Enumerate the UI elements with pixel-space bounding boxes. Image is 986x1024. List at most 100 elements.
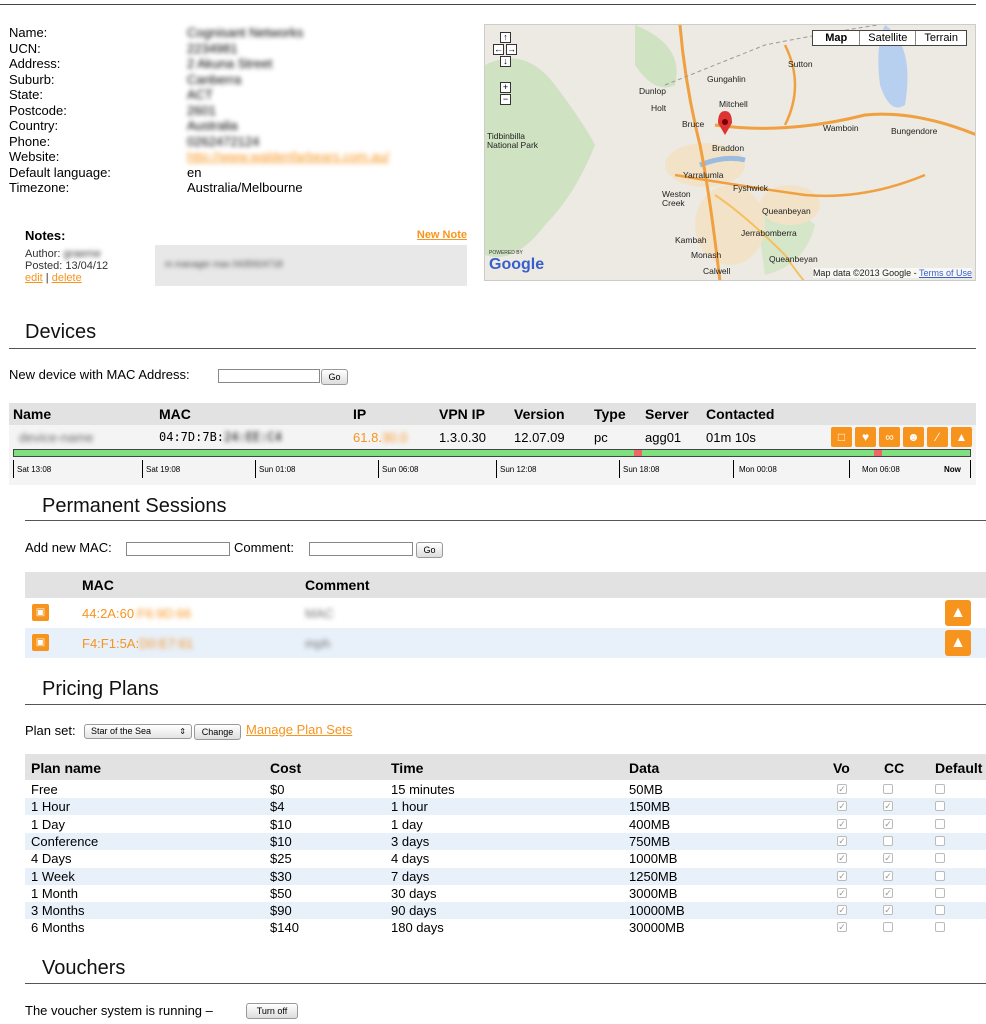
- col-contacted: Contacted: [706, 406, 775, 422]
- link-separator: |: [42, 272, 52, 284]
- edit-link[interactable]: edit: [25, 272, 43, 284]
- device-type: pc: [594, 430, 608, 445]
- info-label: Phone:: [9, 133, 51, 149]
- new-device-go-button[interactable]: Go: [321, 369, 348, 385]
- comment-input[interactable]: [309, 542, 413, 556]
- users-icon[interactable]: ☻: [903, 427, 924, 447]
- place-label: Bruce: [682, 119, 705, 129]
- bank-icon[interactable]: ▲: [945, 600, 971, 626]
- plan-data: 750MB: [629, 833, 671, 849]
- website-link[interactable]: http://www.waldenfarbears.com.au/: [187, 149, 389, 165]
- timeline-tick: Sun 06:08: [378, 460, 418, 478]
- session-mac[interactable]: 44:2A:60:F6:9D:66: [82, 606, 191, 621]
- plan-cc-checkbox[interactable]: ✓: [883, 853, 893, 864]
- plan-def-checkbox[interactable]: [935, 853, 945, 864]
- map-type-satellite[interactable]: Satellite: [859, 31, 915, 45]
- plan-vo-checkbox[interactable]: ✓: [837, 818, 847, 829]
- plan-def-checkbox[interactable]: [935, 870, 945, 881]
- plan-vo-checkbox[interactable]: ✓: [837, 853, 847, 864]
- turn-off-button[interactable]: Turn off: [246, 1003, 298, 1019]
- link-icon[interactable]: ∞: [879, 427, 900, 447]
- plan-set-select[interactable]: Star of the Sea ⇕: [84, 724, 192, 739]
- edit-square-icon[interactable]: ▣: [32, 634, 49, 651]
- plan-data: 150MB: [629, 799, 671, 815]
- plan-time: 4 days: [391, 851, 430, 867]
- pan-down-icon[interactable]: ↓: [500, 56, 511, 67]
- chat-icon[interactable]: □: [831, 427, 852, 447]
- change-plan-set-button[interactable]: Change: [194, 724, 241, 740]
- author-label: Author:: [25, 248, 61, 260]
- plan-cc-checkbox[interactable]: ✓: [883, 818, 893, 829]
- info-label: Country:: [9, 118, 59, 133]
- plan-name: 1 Month: [31, 885, 78, 901]
- plan-vo-checkbox[interactable]: ✓: [837, 801, 847, 812]
- pan-left-icon[interactable]: ←: [493, 44, 504, 55]
- plan-vo-checkbox[interactable]: ✓: [837, 870, 847, 881]
- plan-cost: $10: [270, 816, 292, 832]
- location-info: Name: Cognisant Networks UCN: 2234981 Addres…: [9, 25, 389, 196]
- plan-def-checkbox[interactable]: [935, 905, 945, 916]
- terms-link[interactable]: Terms of Use: [919, 268, 972, 278]
- plan-time: 7 days: [391, 868, 430, 884]
- col-comment: Comment: [305, 577, 370, 593]
- info-value: Canberra: [187, 71, 242, 87]
- plan-def-checkbox[interactable]: [935, 835, 945, 846]
- pan-up-icon[interactable]: ↑: [500, 32, 511, 43]
- bank-icon[interactable]: ▲: [951, 427, 972, 447]
- plan-vo-checkbox[interactable]: ✓: [837, 835, 847, 846]
- col-cc: CC: [884, 760, 905, 776]
- plan-cc-checkbox[interactable]: [883, 922, 893, 933]
- plan-cc-checkbox[interactable]: ✓: [883, 801, 893, 812]
- col-default: Default: [935, 760, 983, 776]
- place-label: Kambah: [675, 235, 707, 245]
- plan-vo-checkbox[interactable]: ✓: [837, 922, 847, 933]
- plan-cc-checkbox[interactable]: ✓: [883, 870, 893, 881]
- map[interactable]: ↑ ← → ↓ + − Map Satellite Terrain Sutton…: [484, 24, 976, 281]
- session-mac[interactable]: F4:F1:5A:D0:E7:61: [82, 636, 193, 651]
- info-label: Default language:: [9, 164, 111, 180]
- edit-square-icon[interactable]: ▣: [32, 604, 49, 621]
- plan-def-checkbox[interactable]: [935, 801, 945, 812]
- plan-def-checkbox[interactable]: [935, 922, 945, 933]
- heart-icon[interactable]: ♥: [855, 427, 876, 447]
- device-ip[interactable]: 61.8.30.0: [353, 430, 407, 445]
- zoom-in-icon[interactable]: +: [500, 82, 511, 93]
- place-label: Queanbeyan: [762, 206, 811, 216]
- plan-vo-checkbox[interactable]: ✓: [837, 887, 847, 898]
- add-mac-go-button[interactable]: Go: [416, 542, 443, 558]
- place-label: Fyshwick: [733, 183, 768, 193]
- info-value: en: [187, 164, 202, 180]
- col-name: Name: [13, 406, 52, 422]
- timeline-tick: Sat 19:08: [142, 460, 180, 478]
- place-label: Bungendore: [891, 126, 938, 136]
- device-name[interactable]: device-name: [19, 430, 93, 445]
- table-row: ▣ 44:2A:60:F6:9D:66 MAC ▲: [25, 598, 986, 628]
- note-text: m manager max 0435924718: [155, 245, 467, 286]
- new-mac-input[interactable]: [126, 542, 230, 556]
- delete-link[interactable]: delete: [52, 272, 82, 284]
- map-type-map[interactable]: Map: [813, 31, 859, 45]
- place-label: Jerrabomberra: [741, 228, 797, 238]
- plan-def-checkbox[interactable]: [935, 887, 945, 898]
- plan-time: 90 days: [391, 903, 437, 919]
- plan-vo-checkbox[interactable]: ✓: [837, 784, 847, 794]
- plan-def-checkbox[interactable]: [935, 784, 945, 794]
- plan-cc-checkbox[interactable]: [883, 835, 893, 846]
- plan-cc-checkbox[interactable]: ✓: [883, 905, 893, 916]
- new-note-link[interactable]: New Note: [417, 229, 467, 241]
- plan-def-checkbox[interactable]: [935, 818, 945, 829]
- map-type-terrain[interactable]: Terrain: [915, 31, 966, 45]
- table-row: ▣ F4:F1:5A:D0:E7:61 mph ▲: [25, 628, 986, 658]
- wrench-icon[interactable]: ∕: [927, 427, 948, 447]
- bank-icon[interactable]: ▲: [945, 630, 971, 656]
- plan-cc-checkbox[interactable]: [883, 784, 893, 794]
- pricing-divider: [25, 704, 986, 705]
- manage-plan-sets-link[interactable]: Manage Plan Sets: [246, 722, 352, 737]
- plan-cc-checkbox[interactable]: ✓: [883, 887, 893, 898]
- place-label: Mitchell: [719, 99, 748, 109]
- info-row: State: ACT: [9, 87, 389, 103]
- mac-address-input[interactable]: [218, 369, 320, 383]
- zoom-out-icon[interactable]: −: [500, 94, 511, 105]
- pan-right-icon[interactable]: →: [506, 44, 517, 55]
- plan-vo-checkbox[interactable]: ✓: [837, 905, 847, 916]
